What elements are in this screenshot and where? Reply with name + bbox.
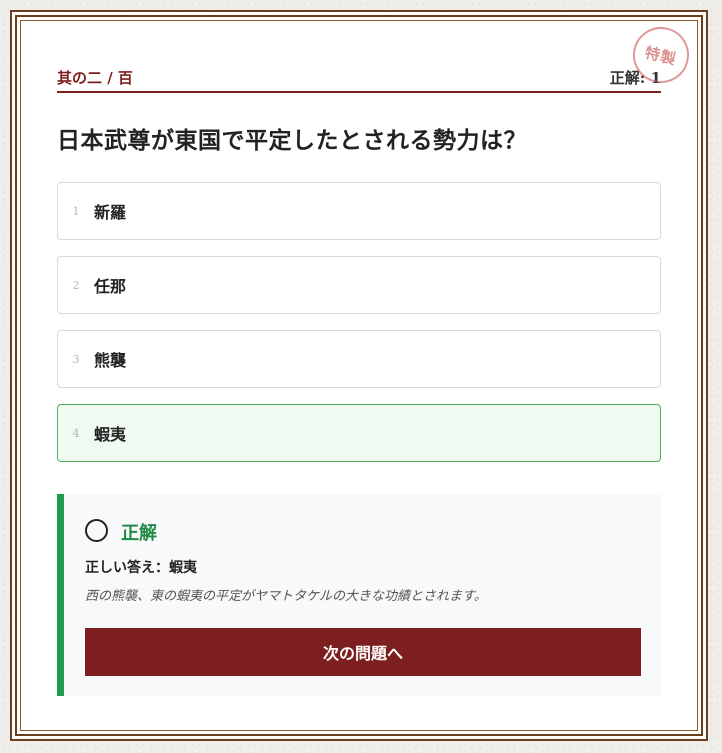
next-question-button[interactable]: 次の問題へ <box>85 628 641 676</box>
option-label: 任那 <box>94 277 127 296</box>
option-number: 4 <box>72 426 80 440</box>
question-progress: 其の二 / 百 <box>57 69 133 87</box>
answer-option-4[interactable]: 4 蝦夷 <box>57 404 661 462</box>
answer-option-2[interactable]: 2 任那 <box>57 256 661 314</box>
quiz-frame: 其の二 / 百 正解: 1 特製 日本武尊が東国で平定したとされる勢力は？ 1 … <box>10 10 708 741</box>
explanation-text: 西の熊襲、東の蝦夷の平定がヤマトタケルの大きな功績とされます。 <box>85 589 487 604</box>
result-panel: 正解 正しい答え：蝦夷 西の熊襲、東の蝦夷の平定がヤマトタケルの大きな功績とされ… <box>57 494 661 696</box>
answer-prefix: 正しい答え： <box>85 560 169 576</box>
quiz-card: 其の二 / 百 正解: 1 特製 日本武尊が東国で平定したとされる勢力は？ 1 … <box>20 20 698 731</box>
question-text: 日本武尊が東国で平定したとされる勢力は？ <box>57 127 527 154</box>
answer-option-3[interactable]: 3 熊襲 <box>57 330 661 388</box>
answer-value: 蝦夷 <box>169 560 197 576</box>
option-label: 熊襲 <box>94 351 127 370</box>
quiz-frame-inner: 其の二 / 百 正解: 1 特製 日本武尊が東国で平定したとされる勢力は？ 1 … <box>15 15 703 736</box>
result-status: 正解 <box>121 523 157 544</box>
option-number: 1 <box>72 204 80 218</box>
correct-answer-line: 正しい答え：蝦夷 <box>85 557 197 577</box>
option-label: 蝦夷 <box>94 425 127 444</box>
answer-option-1[interactable]: 1 新羅 <box>57 182 661 240</box>
stamp-text: 特製 <box>643 42 679 69</box>
correct-circle-icon <box>85 519 108 542</box>
quiz-header: 其の二 / 百 正解: 1 <box>57 61 661 93</box>
option-number: 2 <box>72 278 80 292</box>
option-label: 新羅 <box>94 203 127 222</box>
option-number: 3 <box>72 352 80 366</box>
